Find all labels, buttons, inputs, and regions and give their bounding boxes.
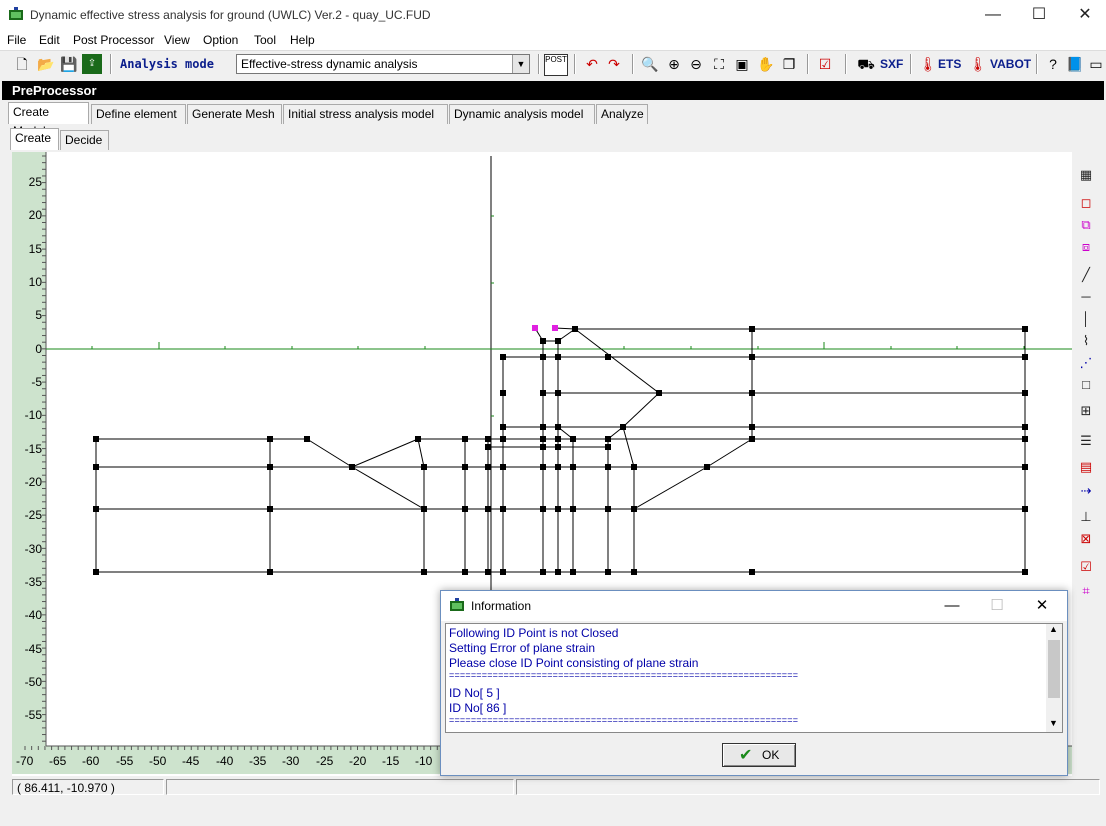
right-toolbar: ▦ ◻ ⧉ ⧈ ╱ ─ │ ⌇ ⋰ □ ⊞ ☰ ▤ ⇢ ⊥ ⊠ ☑ ⌗ [1072, 152, 1100, 604]
x-tick: -55 [116, 754, 134, 768]
x-tick-labels: -70 -65 -60 -55 -50 -45 -40 -35 -30 -25 … [12, 754, 452, 770]
y-tick: 15 [28, 242, 42, 256]
x-tick: -45 [182, 754, 200, 768]
x-tick: -40 [216, 754, 234, 768]
message-separator: ========================================… [449, 670, 799, 680]
point-select-icon[interactable]: ⌗ [1076, 582, 1096, 600]
coords-readout: ( 86.411, -10.970 ) [12, 779, 164, 795]
ok-button[interactable]: ✔ OK [722, 743, 796, 767]
model-nodes [93, 326, 1028, 575]
x-tick: -10 [415, 754, 433, 768]
vertical-line-icon[interactable]: │ [1076, 310, 1096, 328]
multi-select-icon[interactable]: ⧈ [1076, 238, 1096, 256]
message-text-area[interactable]: Following ID Point is not Closed Setting… [445, 623, 1063, 733]
x-tick: -15 [382, 754, 400, 768]
delete-element-icon[interactable]: ⊠ [1076, 530, 1096, 548]
y-tick: -45 [24, 642, 42, 656]
message-scrollbar[interactable]: ▲ ▼ [1046, 624, 1062, 732]
message-line: ID No[ 86 ] [449, 701, 507, 715]
x-tick: -25 [316, 754, 334, 768]
scroll-down-icon[interactable]: ▼ [1049, 718, 1058, 728]
y-tick: -5 [31, 375, 42, 389]
grid-icon[interactable]: ▦ [1076, 166, 1096, 184]
message-separator: ========================================… [449, 715, 799, 725]
dialog-minimize-button[interactable]: — [932, 595, 972, 617]
x-tick: -70 [16, 754, 34, 768]
square-icon[interactable]: □ [1076, 376, 1096, 394]
message-line: ID No[ 5 ] [449, 686, 500, 700]
x-tick: -20 [349, 754, 367, 768]
checkmark-icon: ✔ [739, 747, 753, 764]
message-line: Please close ID Point consisting of plan… [449, 656, 699, 670]
status-panel-3 [516, 779, 1100, 795]
dialog-maximize-button: ☐ [990, 597, 1004, 614]
app-icon [450, 598, 464, 611]
message-line: Setting Error of plane strain [449, 641, 596, 655]
list-icon[interactable]: ☰ [1076, 432, 1096, 450]
scroll-thumb[interactable] [1048, 640, 1060, 698]
y-tick: -10 [24, 408, 42, 422]
connect-points-icon[interactable]: ⋰ [1076, 354, 1096, 372]
y-tick: 0 [35, 342, 42, 356]
x-tick: -35 [249, 754, 267, 768]
diagonal-line-icon[interactable]: ╱ [1076, 266, 1096, 284]
split-icon[interactable]: ⊥ [1076, 508, 1096, 526]
y-tick: -50 [24, 675, 42, 689]
y-tick: 25 [28, 175, 42, 189]
y-tick: 10 [28, 275, 42, 289]
move-point-icon[interactable]: ⇢ [1076, 482, 1096, 500]
x-tick: -65 [49, 754, 67, 768]
copy-select-icon[interactable]: ⧉ [1076, 216, 1096, 234]
status-panel-2 [166, 779, 514, 795]
message-line: Following ID Point is not Closed [449, 626, 619, 640]
dialog-title: Information [471, 599, 532, 613]
y-tick: -40 [24, 608, 42, 622]
quad-mesh-icon[interactable]: ⊞ [1076, 402, 1096, 420]
validate-icon[interactable]: ☑ [1076, 558, 1096, 576]
rect-select-icon[interactable]: ◻ [1076, 194, 1096, 212]
horizontal-line-icon[interactable]: ─ [1076, 288, 1096, 306]
y-tick: -55 [24, 708, 42, 722]
calc-icon[interactable]: ▤ [1076, 458, 1096, 476]
y-tick: -25 [24, 508, 42, 522]
y-tick-labels: 25 20 15 10 5 0 -5 -10 -15 -20 -25 -30 -… [12, 152, 46, 746]
x-tick: -50 [149, 754, 167, 768]
y-tick: -20 [24, 475, 42, 489]
y-tick: -35 [24, 575, 42, 589]
y-tick: 20 [28, 208, 42, 222]
y-tick: -15 [24, 442, 42, 456]
x-tick: -30 [282, 754, 300, 768]
y-tick: 5 [35, 308, 42, 322]
scroll-up-icon[interactable]: ▲ [1049, 624, 1058, 634]
dialog-close-button[interactable]: ✕ [1022, 595, 1062, 617]
dialog-title-bar[interactable]: Information — ☐ ✕ [441, 591, 1067, 621]
polyline-icon[interactable]: ⌇ [1076, 332, 1096, 350]
information-dialog: Information — ☐ ✕ Following ID Point is … [440, 590, 1068, 776]
open-id-points [532, 325, 558, 331]
status-bar: ( 86.411, -10.970 ) [0, 778, 1106, 798]
y-tick: -30 [24, 542, 42, 556]
x-tick: -60 [82, 754, 100, 768]
